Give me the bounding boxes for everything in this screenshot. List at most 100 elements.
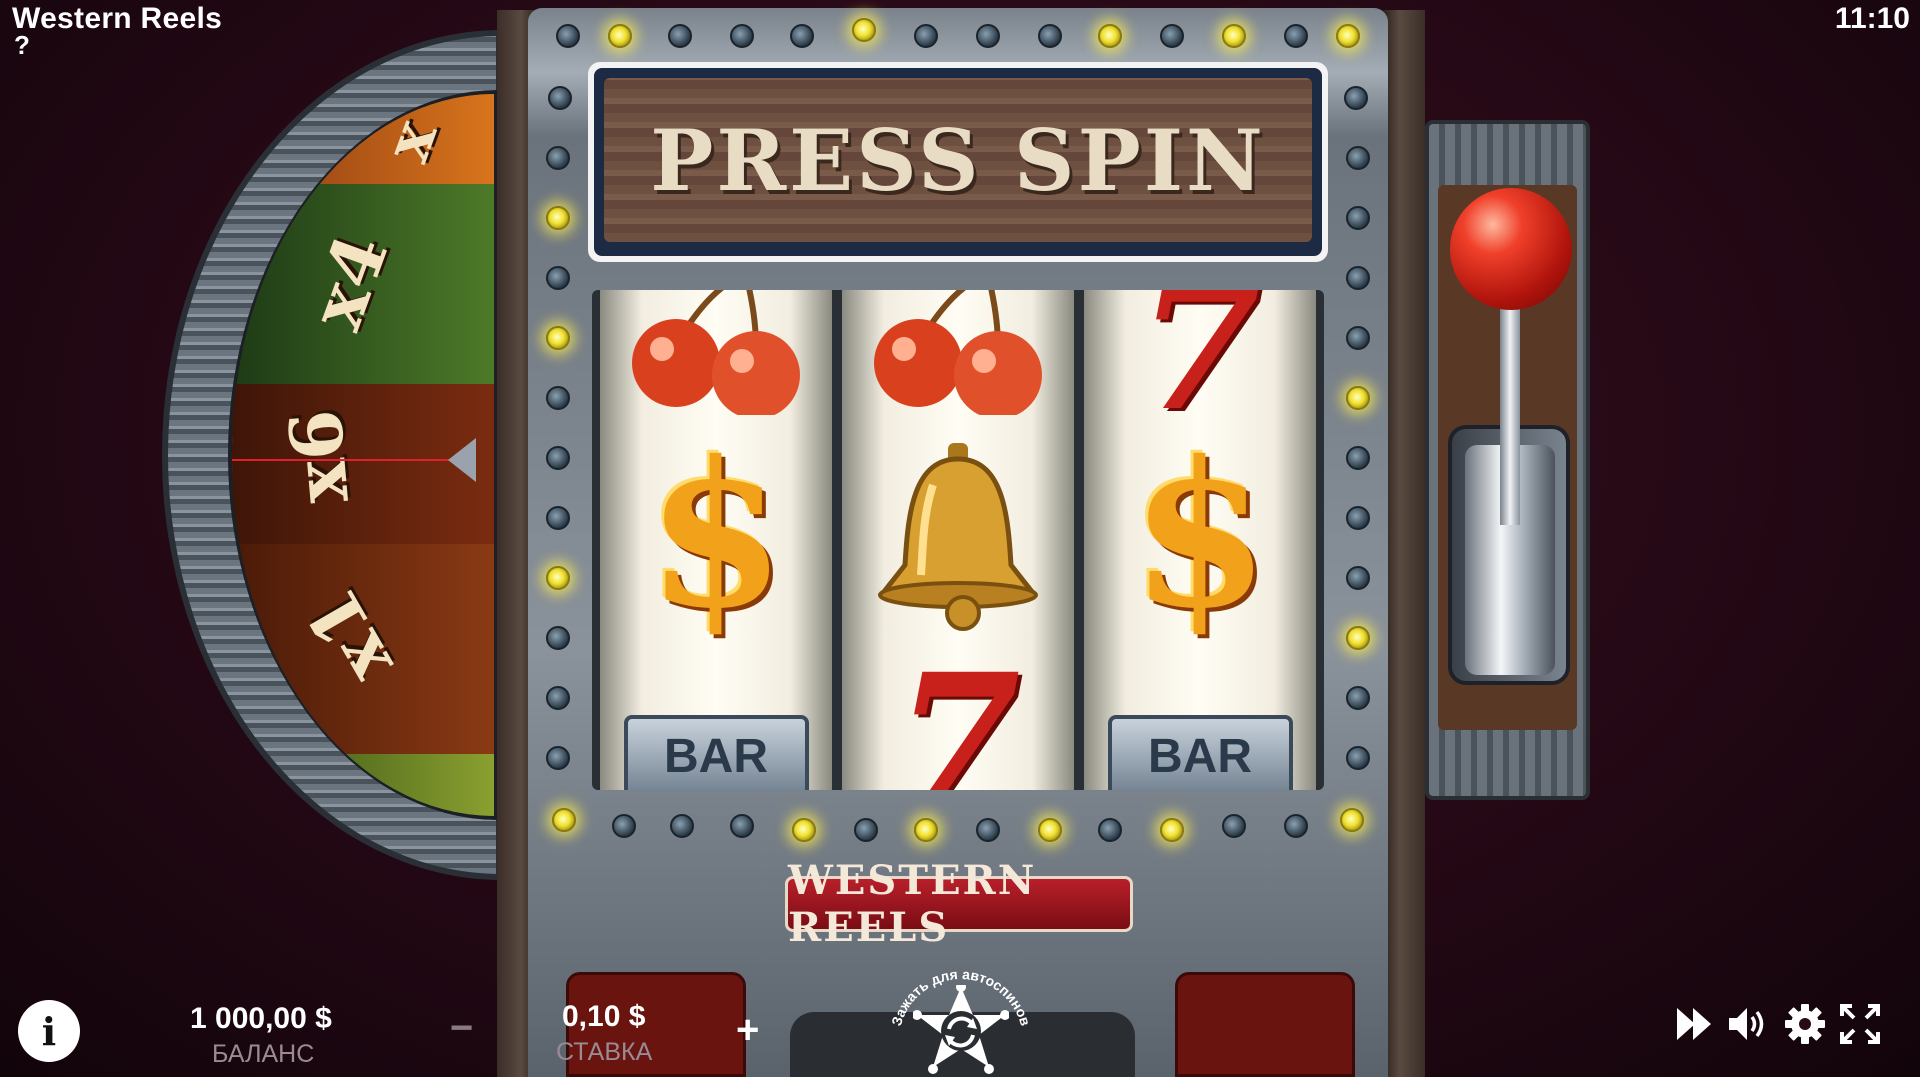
bar-symbol: BAR [600, 660, 832, 790]
bulb [1346, 266, 1370, 290]
bulb [546, 446, 570, 470]
wheel-pointer-line [232, 459, 462, 461]
balance-label: БАЛАНС [212, 1040, 315, 1068]
bulb [854, 818, 878, 842]
reel-3: 7 $ BAR [1084, 290, 1316, 790]
reel-1: $ BAR [600, 290, 832, 790]
bar-symbol: BAR [1084, 660, 1316, 790]
sound-icon[interactable] [1725, 1002, 1769, 1046]
bulb [668, 24, 692, 48]
bulb [546, 266, 570, 290]
bulb [1346, 206, 1370, 230]
game-title: Western Reels [12, 2, 223, 35]
bulb [546, 386, 570, 410]
spin-button[interactable]: Зажать для автоспинов [886, 955, 1036, 1077]
bulb-lit [914, 818, 938, 842]
bulb [546, 746, 570, 770]
clock: 11:10 [1834, 2, 1910, 35]
wheel-multiplier-label: x [369, 110, 452, 171]
bulb-lit [552, 808, 576, 832]
bulb-lit [1336, 24, 1360, 48]
cherries-icon [600, 290, 832, 430]
bulb [546, 626, 570, 650]
bulb-lit [608, 24, 632, 48]
balance-value: 1 000,00 $ [190, 1002, 332, 1035]
lever-knob[interactable] [1450, 188, 1572, 310]
bulb [790, 24, 814, 48]
bulb [670, 814, 694, 838]
wheel-pointer-icon [448, 438, 476, 482]
bulb [548, 86, 572, 110]
reel-2: 7 [842, 290, 1074, 790]
fullscreen-icon[interactable] [1838, 1002, 1882, 1046]
wheel-multiplier-label: x1 [288, 574, 409, 699]
bulb [546, 146, 570, 170]
sign-text: PRESS SPIN [650, 110, 1266, 210]
bulb [612, 814, 636, 838]
brand-plate: WESTERN REELS [785, 857, 1133, 951]
bulb [1098, 818, 1122, 842]
lever-stick[interactable] [1500, 290, 1520, 525]
fast-forward-icon[interactable] [1673, 1002, 1717, 1046]
bulb [1038, 24, 1062, 48]
bulb [1346, 686, 1370, 710]
wheel-multiplier-label: x6 [272, 406, 365, 507]
bulb [1346, 566, 1370, 590]
bell-icon [842, 430, 1074, 640]
bulb [546, 686, 570, 710]
bulb [546, 506, 570, 530]
bulb [976, 24, 1000, 48]
bulb [1284, 24, 1308, 48]
bulb-lit [852, 18, 876, 42]
bulb-lit [546, 206, 570, 230]
message-sign: PRESS SPIN [588, 62, 1328, 262]
bulb [1160, 24, 1184, 48]
bulb [730, 814, 754, 838]
bulb-lit [1160, 818, 1184, 842]
help-button[interactable]: ? [14, 30, 30, 61]
bulb [1284, 814, 1308, 838]
wheel-segment: x [232, 94, 494, 184]
bulb [1346, 146, 1370, 170]
bulb-lit [1222, 24, 1246, 48]
bulb-lit [1340, 808, 1364, 832]
wheel-segment: x1 [232, 544, 494, 754]
bulb [1344, 86, 1368, 110]
bet-increase-button[interactable]: + [736, 1008, 759, 1053]
bulb [1346, 746, 1370, 770]
bulb-lit [1346, 626, 1370, 650]
cherries-icon [842, 290, 1074, 430]
bulb-lit [1038, 818, 1062, 842]
bulb [730, 24, 754, 48]
bulb-lit [546, 326, 570, 350]
dollar-symbol: $ [646, 417, 786, 653]
wheel-segment [232, 754, 494, 816]
bulb [1346, 326, 1370, 350]
cabinet-panel [1175, 972, 1355, 1077]
bet-value: 0,10 $ [562, 1000, 646, 1033]
brand-text: WESTERN REELS [788, 857, 1037, 951]
settings-icon[interactable] [1783, 1002, 1827, 1046]
bulb-lit [546, 566, 570, 590]
bulb [914, 24, 938, 48]
bet-label: СТАВКА [556, 1038, 653, 1066]
wheel-multiplier-label: x4 [292, 223, 405, 340]
spin-icon [913, 985, 1009, 1074]
bet-decrease-button[interactable]: − [450, 1006, 473, 1051]
dollar-symbol: $ [1130, 417, 1270, 653]
bulb [976, 818, 1000, 842]
cabinet-side [1383, 10, 1425, 1077]
seven-symbol: 7 [895, 634, 1021, 791]
seven-symbol: 7 [1137, 290, 1263, 451]
bulb [1222, 814, 1246, 838]
reel-window: $ BAR 7 7 $ BAR [592, 290, 1324, 790]
bulb [1346, 446, 1370, 470]
bulb [1346, 506, 1370, 530]
game-screen: Western Reels ? 11:10 x x4 x6 x1 PRESS S… [0, 0, 1920, 1077]
bulb [556, 24, 580, 48]
bulb-lit [1098, 24, 1122, 48]
bulb-lit [1346, 386, 1370, 410]
bulb-lit [792, 818, 816, 842]
wheel-segment: x4 [232, 184, 494, 384]
info-button[interactable]: i [18, 1000, 80, 1062]
